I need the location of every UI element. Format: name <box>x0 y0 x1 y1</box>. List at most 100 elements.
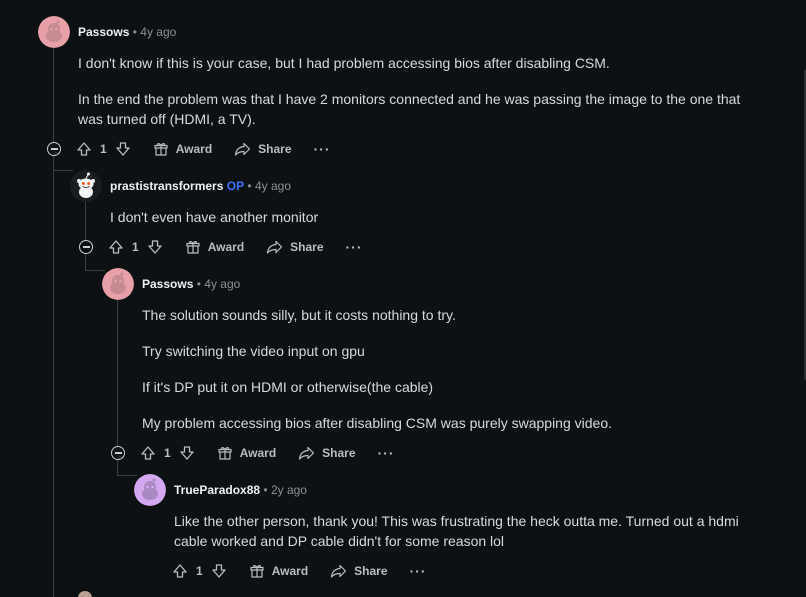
share-button[interactable]: Share <box>298 445 356 461</box>
timestamp[interactable]: 4y ago <box>140 25 176 39</box>
share-icon <box>331 564 347 578</box>
vote-count: 1 <box>164 446 171 460</box>
more-icon: ··· <box>409 563 427 579</box>
award-button[interactable]: Award <box>153 141 212 157</box>
vote-count: 1 <box>132 240 139 254</box>
author-name[interactable]: prastistransformers <box>110 179 223 193</box>
thread-connector-1 <box>53 170 73 171</box>
next-comment-avatar-partial[interactable] <box>78 591 92 597</box>
award-button[interactable]: Award <box>217 445 276 461</box>
timestamp[interactable]: 4y ago <box>255 179 291 193</box>
award-icon <box>250 565 264 578</box>
more-options-button[interactable]: ··· <box>378 445 395 461</box>
snoo-avatar-icon <box>38 16 70 48</box>
collapse-icon <box>114 452 122 454</box>
comment-body-line: was turned off (HDMI, a TV). <box>78 111 256 127</box>
comment-body-line: Try switching the video input on gpu <box>142 343 365 359</box>
collapse-button[interactable] <box>79 240 93 254</box>
downvote-button[interactable] <box>211 563 227 579</box>
separator-dot: • <box>263 483 268 497</box>
separator-dot: • <box>196 277 201 291</box>
comment-body-line: My problem accessing bios after disablin… <box>142 415 612 431</box>
more-icon: ··· <box>377 445 395 461</box>
author-name[interactable]: Passows <box>78 25 129 39</box>
share-icon <box>267 240 283 254</box>
comment-body-line: cable worked and DP cable didn't for som… <box>174 533 505 549</box>
award-icon <box>186 241 200 254</box>
timestamp[interactable]: 4y ago <box>204 277 240 291</box>
downvote-icon <box>116 142 130 156</box>
timestamp[interactable]: 2y ago <box>271 483 307 497</box>
upvote-icon <box>77 142 91 156</box>
avatar[interactable] <box>102 268 134 300</box>
upvote-icon <box>141 446 155 460</box>
share-icon <box>235 142 251 156</box>
award-button[interactable]: Award <box>185 239 244 255</box>
downvote-button[interactable] <box>115 141 131 157</box>
share-button[interactable]: Share <box>234 141 292 157</box>
comment-actions: 1 Award Share ··· <box>172 559 427 583</box>
award-label: Award <box>271 564 309 578</box>
vote-count: 1 <box>196 564 203 578</box>
share-button[interactable]: Share <box>330 563 388 579</box>
vote-count: 1 <box>100 142 107 156</box>
upvote-button[interactable] <box>140 445 156 461</box>
more-icon: ··· <box>313 141 331 157</box>
comment-body-line: In the end the problem was that I have 2… <box>78 91 741 107</box>
share-button[interactable]: Share <box>266 239 324 255</box>
award-label: Award <box>207 240 245 254</box>
upvote-icon <box>173 564 187 578</box>
author-name[interactable]: Passows <box>142 277 193 291</box>
collapse-button[interactable] <box>111 446 125 460</box>
comment-actions: 1 Award Share ··· <box>76 137 331 161</box>
downvote-icon <box>148 240 162 254</box>
award-icon <box>218 447 232 460</box>
more-options-button[interactable]: ··· <box>346 239 363 255</box>
thread-connector-2 <box>85 270 105 271</box>
snoo-avatar-icon <box>134 474 166 506</box>
op-badge: OP <box>226 179 245 193</box>
comment-meta: prastistransformers OP • 4y ago <box>110 178 291 194</box>
more-options-button[interactable]: ··· <box>410 563 427 579</box>
collapse-button[interactable] <box>47 142 61 156</box>
comment-body-line: I don't even have another monitor <box>110 209 319 225</box>
avatar[interactable] <box>70 170 102 202</box>
avatar[interactable] <box>38 16 70 48</box>
upvote-button[interactable] <box>108 239 124 255</box>
comment-meta: Passows • 4y ago <box>142 276 240 292</box>
downvote-icon <box>180 446 194 460</box>
more-options-button[interactable]: ··· <box>314 141 331 157</box>
separator-dot: • <box>132 25 137 39</box>
snoo-avatar-icon <box>102 268 134 300</box>
thread-line-root[interactable] <box>53 48 54 597</box>
comment-actions: 1 Award Share ··· <box>108 235 363 259</box>
downvote-icon <box>212 564 226 578</box>
award-label: Award <box>175 142 213 156</box>
avatar[interactable] <box>134 474 166 506</box>
collapse-icon <box>82 246 90 248</box>
author-name[interactable]: TrueParadox88 <box>174 483 260 497</box>
comment-body-line: The solution sounds silly, but it costs … <box>142 307 456 323</box>
comment-body-line: Like the other person, thank you! This w… <box>174 513 739 529</box>
award-label: Award <box>239 446 277 460</box>
share-label: Share <box>322 446 356 460</box>
downvote-button[interactable] <box>179 445 195 461</box>
comment-meta: Passows • 4y ago <box>78 24 176 40</box>
comment-actions: 1 Award Share ··· <box>140 441 395 465</box>
downvote-button[interactable] <box>147 239 163 255</box>
collapse-icon <box>50 148 58 150</box>
thread-line-level-1[interactable] <box>85 200 86 270</box>
separator-dot: • <box>247 179 252 193</box>
comment-body-line: If it's DP put it on HDMI or otherwise(t… <box>142 379 434 395</box>
share-icon <box>299 446 315 460</box>
snoo-avatar-icon <box>70 170 102 202</box>
upvote-button[interactable] <box>172 563 188 579</box>
snoo-avatar-icon <box>78 591 92 597</box>
award-icon <box>154 143 168 156</box>
upvote-button[interactable] <box>76 141 92 157</box>
share-label: Share <box>258 142 292 156</box>
comment-body-line: I don't know if this is your case, but I… <box>78 55 610 71</box>
share-label: Share <box>290 240 324 254</box>
award-button[interactable]: Award <box>249 563 308 579</box>
more-icon: ··· <box>345 239 363 255</box>
